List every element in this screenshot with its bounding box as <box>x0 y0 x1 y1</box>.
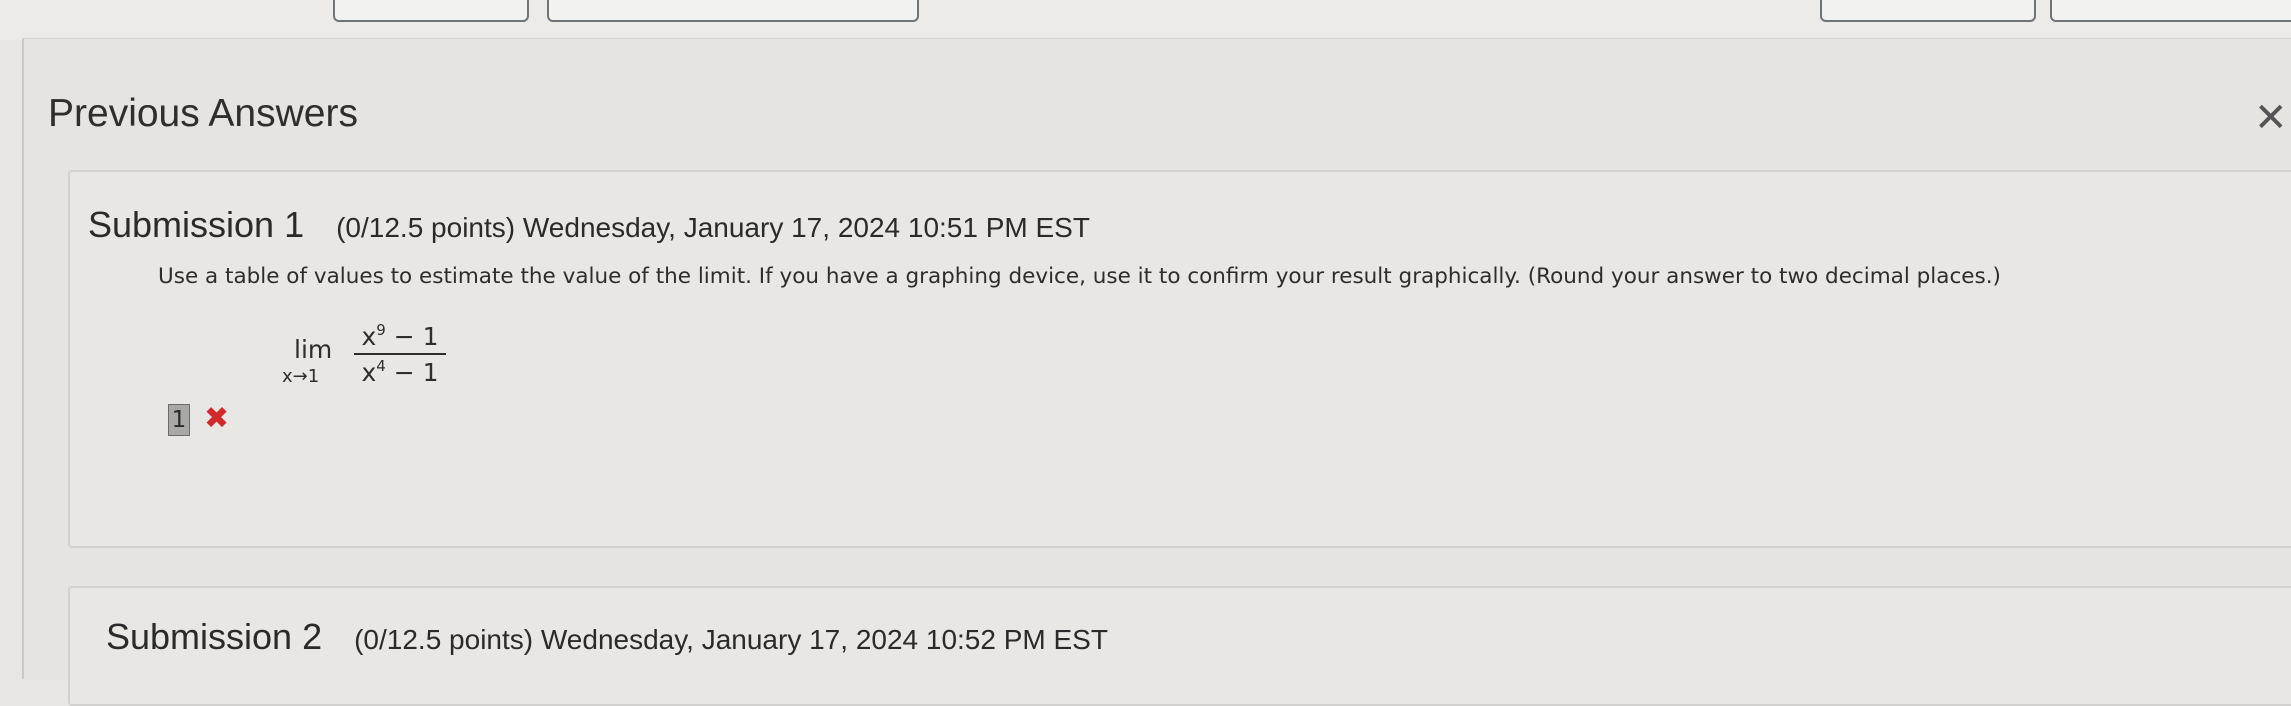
limit-word: lim <box>294 335 333 364</box>
submission-name: Submission 2 <box>106 616 323 657</box>
close-icon[interactable]: ✕ <box>2254 98 2291 138</box>
submission-name: Submission 1 <box>88 204 305 245</box>
toolbar-button-my-notes[interactable] <box>1820 0 2036 22</box>
panel-title: Previous Answers <box>48 92 358 135</box>
submission-heading: Submission 1 (0/12.5 points) Wednesday, J… <box>88 204 1090 246</box>
fraction-denominator: x4 − 1 <box>361 357 439 387</box>
submitted-answer: 1 <box>168 404 190 436</box>
incorrect-icon: ✖ <box>204 401 230 436</box>
question-text: Use a table of values to estimate the va… <box>158 264 2001 289</box>
toolbar-button-1[interactable] <box>333 0 529 22</box>
limit-subscript: x→1 <box>282 366 320 387</box>
submission-meta: (0/12.5 points) Wednesday, January 17, 2… <box>354 624 1108 655</box>
submission-heading: Submission 2 (0/12.5 points) Wednesday, J… <box>106 616 1108 658</box>
fraction-bar <box>354 353 446 355</box>
fraction: x9 − 1 x4 − 1 <box>354 322 446 387</box>
toolbar-button-ask-teacher[interactable] <box>2050 0 2291 22</box>
fraction-numerator: x9 − 1 <box>361 321 439 351</box>
submission-meta: (0/12.5 points) Wednesday, January 17, 2… <box>336 212 1090 243</box>
top-toolbar <box>0 0 2291 40</box>
toolbar-button-2[interactable] <box>547 0 919 22</box>
